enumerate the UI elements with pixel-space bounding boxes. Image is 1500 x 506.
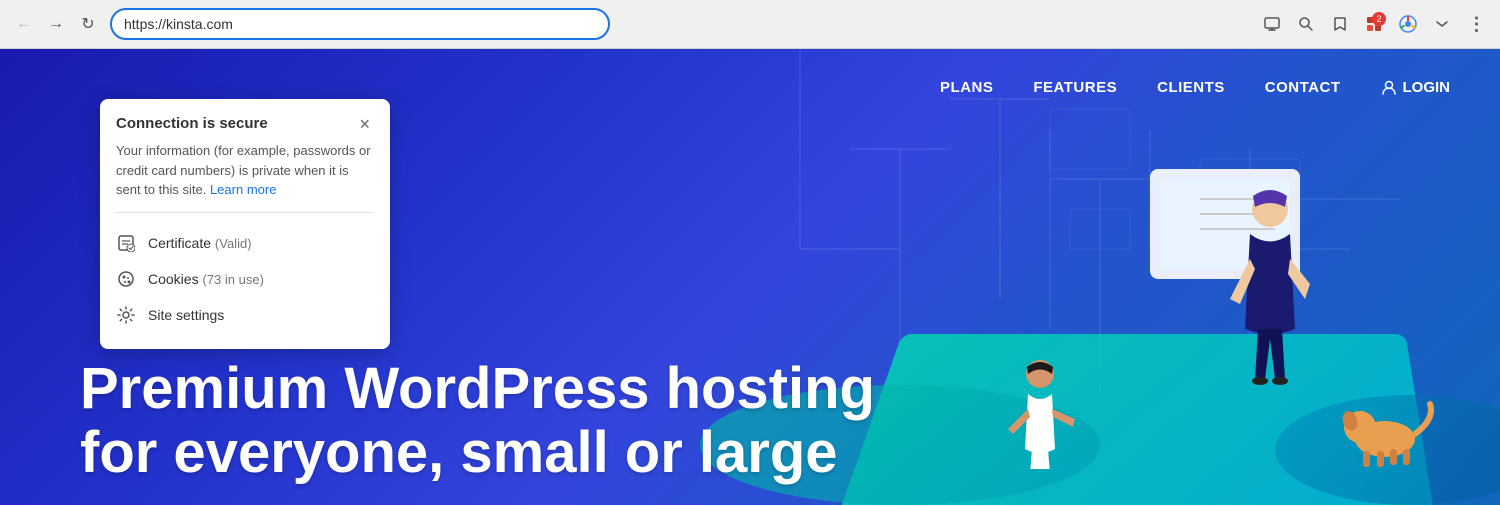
extensions-badge: 2 <box>1372 12 1386 26</box>
popup-header: Connection is secure × <box>116 115 374 133</box>
certificate-badge: (Valid) <box>215 236 252 251</box>
browser-toolbar: ← → ↻ <box>0 0 1500 48</box>
gear-icon <box>116 305 136 325</box>
login-user-icon <box>1381 80 1397 96</box>
popup-divider <box>116 212 374 213</box>
toolbar-right: 2 ⋮ <box>1258 10 1490 38</box>
popup-learn-more-link[interactable]: Learn more <box>210 182 276 197</box>
forward-button[interactable]: → <box>42 10 70 38</box>
nav-link-contact[interactable]: CONTACT <box>1265 79 1341 96</box>
popup-item-certificate[interactable]: Certificate (Valid) <box>116 225 374 261</box>
screen-icon[interactable] <box>1258 10 1286 38</box>
cookies-label: Cookies (73 in use) <box>148 271 264 287</box>
nav-buttons: ← → ↻ <box>10 10 102 38</box>
search-icon-btn[interactable] <box>1292 10 1320 38</box>
hero-illustration <box>840 89 1440 469</box>
hero-title-line1: Premium WordPress hosting <box>80 356 875 421</box>
website-content: PLANS FEATURES CLIENTS CONTACT LOGIN Pre… <box>0 49 1500 505</box>
popup-description: Your information (for example, passwords… <box>116 141 374 200</box>
security-popup: Connection is secure × Your information … <box>100 99 390 349</box>
chrome-icon-btn[interactable] <box>1394 10 1422 38</box>
hero-title: Premium WordPress hosting for everyone, … <box>80 357 875 485</box>
nav-link-clients[interactable]: CLIENTS <box>1157 79 1225 96</box>
certificate-icon <box>116 233 136 253</box>
refresh-button[interactable]: ↻ <box>74 10 102 38</box>
menu-button[interactable]: ⋮ <box>1462 10 1490 38</box>
certificate-label: Certificate (Valid) <box>148 235 252 251</box>
browser-chrome: ← → ↻ <box>0 0 1500 49</box>
login-button[interactable]: LOGIN <box>1381 79 1451 96</box>
hero-section: Premium WordPress hosting for everyone, … <box>80 357 875 485</box>
hero-title-line2: for everyone, small or large <box>80 420 838 485</box>
address-bar-wrapper <box>110 8 610 40</box>
popup-title: Connection is secure <box>116 115 268 132</box>
login-label: LOGIN <box>1403 79 1451 96</box>
cookie-icon <box>116 269 136 289</box>
site-nav: PLANS FEATURES CLIENTS CONTACT LOGIN <box>890 49 1500 126</box>
site-settings-label: Site settings <box>148 307 224 323</box>
expand-button[interactable] <box>1428 10 1456 38</box>
popup-item-cookies[interactable]: Cookies (73 in use) <box>116 261 374 297</box>
popup-close-button[interactable]: × <box>355 115 374 133</box>
nav-link-features[interactable]: FEATURES <box>1033 79 1117 96</box>
popup-item-site-settings[interactable]: Site settings <box>116 297 374 333</box>
address-bar[interactable] <box>110 8 610 40</box>
bookmark-icon-btn[interactable] <box>1326 10 1354 38</box>
cookies-badge: (73 in use) <box>202 272 263 287</box>
back-button[interactable]: ← <box>10 10 38 38</box>
nav-link-plans[interactable]: PLANS <box>940 79 993 96</box>
extensions-button[interactable]: 2 <box>1360 10 1388 38</box>
